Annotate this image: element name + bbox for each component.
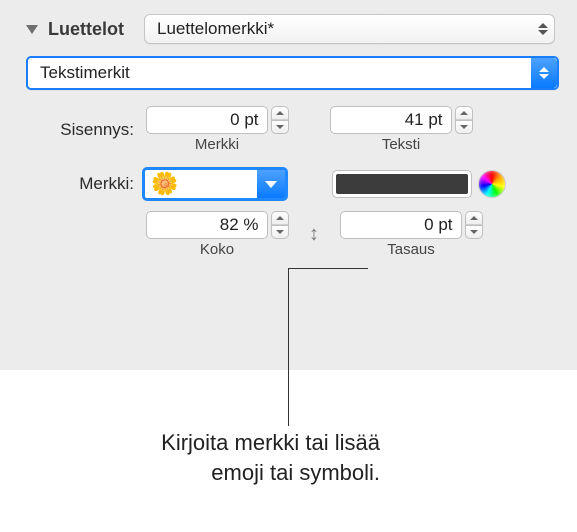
bullet-size-field[interactable] [146,211,268,239]
caption-line-2: emoji tai symboli. [60,458,380,488]
stepper-down-button[interactable] [455,120,473,134]
size-sublabel: Koko [200,241,234,258]
bullet-size-stepper[interactable] [271,211,289,239]
stepper-up-button[interactable] [465,211,483,225]
align-sublabel: Tasaus [387,241,435,258]
callout-line [288,268,289,426]
disclosure-triangle[interactable] [26,25,38,34]
vertical-align-icon: ↕ [303,223,325,246]
stepper-down-button[interactable] [465,225,483,239]
chevron-down-icon [265,181,277,188]
text-indent-sublabel: Teksti [382,136,420,153]
stepper-up-button[interactable] [271,106,289,120]
callout-line [288,268,368,269]
section-title: Luettelot [48,19,124,40]
callout-caption: Kirjoita merkki tai lisää emoji tai symb… [60,428,380,487]
stepper-up-button[interactable] [271,211,289,225]
updown-icon [531,58,557,88]
updown-icon [532,15,554,43]
list-style-popup[interactable]: Luettelomerkki* [144,14,555,44]
bullet-type-value: Tekstimerkit [28,63,142,83]
stepper-down-button[interactable] [271,225,289,239]
bullet-color-well[interactable] [332,170,472,198]
bullet-align-stepper[interactable] [465,211,483,239]
bullet-indent-stepper[interactable] [271,106,289,134]
color-wheel-button[interactable] [478,170,506,198]
stepper-down-button[interactable] [271,120,289,134]
bullet-character-field[interactable]: 🌼 [142,167,288,201]
bullet-type-popup[interactable]: Tekstimerkit [26,56,559,90]
bullet-indent-sublabel: Merkki [195,136,239,153]
text-indent-field[interactable] [330,106,452,134]
stepper-up-button[interactable] [455,106,473,120]
indent-label: Sisennys: [26,120,142,140]
caption-line-1: Kirjoita merkki tai lisää [60,428,380,458]
bullet-emoji: 🌼 [145,171,257,197]
bullet-dropdown-button[interactable] [257,170,285,198]
list-style-value: Luettelomerkki* [145,19,286,39]
bullet-indent-field[interactable] [146,106,268,134]
color-swatch [336,174,468,194]
bullet-align-field[interactable] [340,211,462,239]
bullet-label: Merkki: [26,174,142,194]
text-indent-stepper[interactable] [455,106,473,134]
